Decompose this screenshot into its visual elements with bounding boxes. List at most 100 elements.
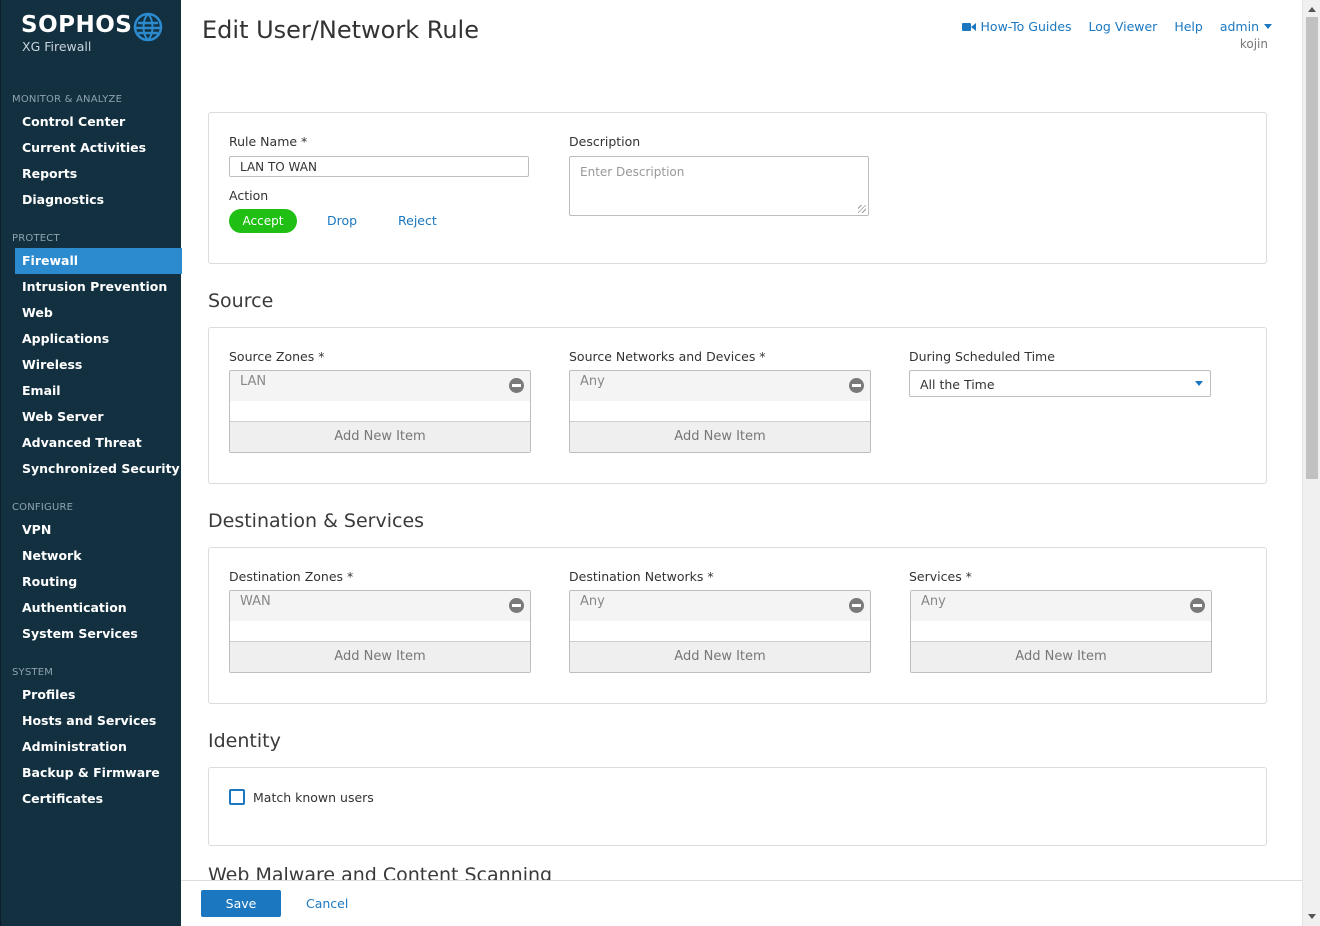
description-placeholder: Enter Description <box>580 165 685 179</box>
source-networks-label: Source Networks and Devices * <box>569 349 766 364</box>
list-item: Any <box>570 371 870 401</box>
next-section-title: Web Malware and Content Scanning <box>208 864 553 880</box>
list-item: LAN <box>230 371 530 401</box>
add-new-item-button[interactable]: Add New Item <box>570 641 870 672</box>
top-links: How-To Guides Log Viewer Help admin <box>961 19 1272 34</box>
chevron-down-icon <box>1264 24 1272 29</box>
add-new-item-button[interactable]: Add New Item <box>570 421 870 452</box>
nav-item-web-server[interactable]: Web Server <box>15 404 182 430</box>
nav-item-profiles[interactable]: Profiles <box>15 682 182 708</box>
identity-panel <box>208 767 1267 846</box>
source-networks-list: Any Add New Item <box>569 370 871 453</box>
schedule-value: All the Time <box>920 377 995 392</box>
nav-section-protect: PROTECT <box>12 233 60 244</box>
page-title: Edit User/Network Rule <box>202 16 479 44</box>
logo-wordmark: SOPHOS <box>21 12 133 38</box>
help-link[interactable]: Help <box>1174 19 1203 34</box>
nav-item-wireless[interactable]: Wireless <box>15 352 182 378</box>
remove-icon[interactable] <box>509 598 524 613</box>
nav-section-monitor: MONITOR & ANALYZE <box>12 94 123 105</box>
username: kojin <box>1239 37 1268 51</box>
schedule-label: During Scheduled Time <box>909 349 1055 364</box>
nav-item-reports[interactable]: Reports <box>15 161 182 187</box>
save-button[interactable]: Save <box>201 890 281 917</box>
destination-networks-label: Destination Networks * <box>569 569 714 584</box>
description-label: Description <box>569 134 641 149</box>
remove-icon[interactable] <box>509 378 524 393</box>
accept-button[interactable]: Accept <box>229 209 297 233</box>
remove-icon[interactable] <box>849 598 864 613</box>
nav-item-vpn[interactable]: VPN <box>15 517 182 543</box>
list-item: Any <box>570 591 870 621</box>
nav-item-advanced-threat[interactable]: Advanced Threat <box>15 430 182 456</box>
chevron-down-icon <box>1195 381 1203 386</box>
video-icon <box>961 22 976 32</box>
how-to-guides-link[interactable]: How-To Guides <box>961 19 1072 34</box>
nav-item-firewall[interactable]: Firewall <box>15 248 182 274</box>
sidebar: SOPHOS XG Firewall MONITOR & ANALYZE Con… <box>0 0 182 926</box>
services-list: Any Add New Item <box>910 590 1212 673</box>
scroll-up-icon[interactable] <box>1308 7 1316 12</box>
match-known-users-label: Match known users <box>253 790 374 805</box>
log-viewer-link[interactable]: Log Viewer <box>1089 19 1158 34</box>
nav-item-web[interactable]: Web <box>15 300 182 326</box>
scrollbar-thumb[interactable] <box>1306 17 1318 479</box>
nav-item-intrusion-prevention[interactable]: Intrusion Prevention <box>15 274 182 300</box>
admin-label: admin <box>1219 19 1259 34</box>
nav-item-current-activities[interactable]: Current Activities <box>15 135 182 161</box>
rule-name-label: Rule Name * <box>229 134 308 149</box>
nav-item-synchronized-security[interactable]: Synchronized Security <box>15 456 182 482</box>
destination-network-value: Any <box>580 594 605 609</box>
drop-button[interactable]: Drop <box>327 213 357 228</box>
footer-bar <box>181 880 1302 926</box>
nav-item-authentication[interactable]: Authentication <box>15 595 182 621</box>
how-to-guides-label: How-To Guides <box>980 19 1072 34</box>
resize-grip-icon[interactable] <box>858 205 866 213</box>
destination-networks-list: Any Add New Item <box>569 590 871 673</box>
admin-menu[interactable]: admin <box>1220 19 1272 34</box>
nav-item-routing[interactable]: Routing <box>15 569 182 595</box>
nav-item-email[interactable]: Email <box>15 378 182 404</box>
destination-zones-list: WAN Add New Item <box>229 590 531 673</box>
scrollbar[interactable] <box>1302 0 1320 926</box>
cancel-button[interactable]: Cancel <box>306 896 348 911</box>
nav-section-configure: CONFIGURE <box>12 502 74 513</box>
identity-section-title: Identity <box>208 730 281 752</box>
nav-item-system-services[interactable]: System Services <box>15 621 182 647</box>
scroll-down-icon[interactable] <box>1308 914 1316 919</box>
remove-icon[interactable] <box>1190 598 1205 613</box>
rule-name-input[interactable] <box>229 156 529 177</box>
nav-item-backup-firmware[interactable]: Backup & Firmware <box>15 760 182 786</box>
services-value: Any <box>921 594 946 609</box>
match-known-users-checkbox[interactable] <box>229 789 245 805</box>
description-textarea[interactable]: Enter Description <box>569 156 869 216</box>
product-name: XG Firewall <box>22 39 92 54</box>
destination-zone-value: WAN <box>240 594 271 609</box>
schedule-select[interactable]: All the Time <box>909 370 1211 397</box>
nav-item-administration[interactable]: Administration <box>15 734 182 760</box>
source-zones-label: Source Zones * <box>229 349 325 364</box>
nav-item-hosts-and-services[interactable]: Hosts and Services <box>15 708 182 734</box>
add-new-item-button[interactable]: Add New Item <box>230 421 530 452</box>
destination-zones-label: Destination Zones * <box>229 569 354 584</box>
destination-section-title: Destination & Services <box>208 510 425 532</box>
source-zones-list: LAN Add New Item <box>229 370 531 453</box>
nav-section-system: SYSTEM <box>12 667 54 678</box>
globe-icon <box>133 12 163 42</box>
remove-icon[interactable] <box>849 378 864 393</box>
logo: SOPHOS XG Firewall <box>21 12 132 54</box>
nav-item-applications[interactable]: Applications <box>15 326 182 352</box>
list-item: Any <box>911 591 1211 621</box>
source-zone-value: LAN <box>240 374 267 389</box>
services-label: Services * <box>909 569 972 584</box>
reject-button[interactable]: Reject <box>398 213 437 228</box>
source-section-title: Source <box>208 290 274 312</box>
add-new-item-button[interactable]: Add New Item <box>230 641 530 672</box>
list-item: WAN <box>230 591 530 621</box>
nav-item-diagnostics[interactable]: Diagnostics <box>15 187 182 213</box>
action-label: Action <box>229 188 269 203</box>
nav-item-certificates[interactable]: Certificates <box>15 786 182 812</box>
nav-item-control-center[interactable]: Control Center <box>15 109 182 135</box>
nav-item-network[interactable]: Network <box>15 543 182 569</box>
add-new-item-button[interactable]: Add New Item <box>911 641 1211 672</box>
